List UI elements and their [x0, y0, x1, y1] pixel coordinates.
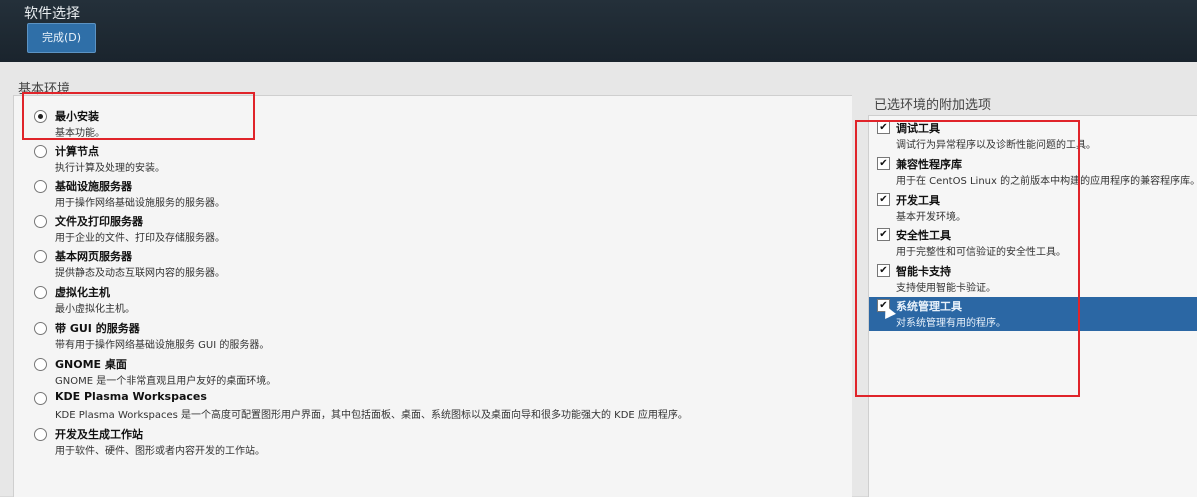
- radio-icon[interactable]: [34, 428, 47, 441]
- env-item-virtualization-host[interactable]: 虚拟化主机 最小虚拟化主机。: [34, 284, 834, 319]
- env-name: 最小安装: [55, 110, 99, 123]
- addon-desc: 用于完整性和可信验证的安全性工具。: [896, 247, 1066, 258]
- top-bar: 软件选择 完成(D): [0, 0, 1197, 62]
- addon-name: 开发工具: [896, 194, 940, 207]
- addon-desc: 用于在 CentOS Linux 的之前版本中构建的应用程序的兼容程序库。: [896, 176, 1196, 187]
- done-button[interactable]: 完成(D): [27, 23, 96, 53]
- env-desc: KDE Plasma Workspaces 是一个高度可配置图形用户界面，其中包…: [55, 410, 688, 421]
- env-name: 基本网页服务器: [55, 250, 132, 263]
- env-name: 虚拟化主机: [55, 286, 110, 299]
- env-item-web-server[interactable]: 基本网页服务器 提供静态及动态互联网内容的服务器。: [34, 248, 834, 283]
- addon-name: 安全性工具: [896, 229, 951, 242]
- addon-item-debug-tools[interactable]: ✔ 调试工具 调试行为异常程序以及诊断性能问题的工具。: [869, 119, 1197, 153]
- env-item-compute-node[interactable]: 计算节点 执行计算及处理的安装。: [34, 143, 834, 178]
- radio-icon[interactable]: [34, 322, 47, 335]
- radio-icon[interactable]: [34, 250, 47, 263]
- env-name: GNOME 桌面: [55, 358, 127, 371]
- addons-list: ✔ 调试工具 调试行为异常程序以及诊断性能问题的工具。 ✔ 兼容性程序库 用于在…: [868, 115, 1197, 497]
- addon-desc: 支持使用智能卡验证。: [896, 283, 996, 294]
- addon-name: 系统管理工具: [896, 300, 962, 313]
- base-environment-list: 最小安装 基本功能。 计算节点 执行计算及处理的安装。 基础设施服务器 用于操作…: [13, 95, 852, 497]
- env-name: 带 GUI 的服务器: [55, 322, 140, 335]
- checkbox-checked-icon[interactable]: ✔: [877, 121, 890, 134]
- main-content: 基本环境 已选环境的附加选项 最小安装 基本功能。 计算节点 执行计算及处理的安…: [0, 62, 1197, 497]
- env-desc: 最小虚拟化主机。: [55, 304, 135, 315]
- addon-desc: 基本开发环境。: [896, 212, 966, 223]
- checkbox-checked-icon[interactable]: ✔: [877, 157, 890, 170]
- env-item-file-print-server[interactable]: 文件及打印服务器 用于企业的文件、打印及存储服务器。: [34, 213, 834, 248]
- env-item-infrastructure-server[interactable]: 基础设施服务器 用于操作网络基础设施服务的服务器。: [34, 178, 834, 213]
- radio-icon[interactable]: [34, 215, 47, 228]
- addon-item-system-admin-tools[interactable]: ✔ 系统管理工具 对系统管理有用的程序。: [869, 297, 1197, 331]
- radio-selected-icon[interactable]: [34, 110, 47, 123]
- addon-desc: 调试行为异常程序以及诊断性能问题的工具。: [896, 140, 1096, 151]
- addon-item-security-tools[interactable]: ✔ 安全性工具 用于完整性和可信验证的安全性工具。: [869, 226, 1197, 260]
- radio-icon[interactable]: [34, 180, 47, 193]
- env-desc: 带有用于操作网络基础设施服务 GUI 的服务器。: [55, 340, 270, 351]
- checkbox-checked-icon[interactable]: ✔: [877, 228, 890, 241]
- env-desc: 执行计算及处理的安装。: [55, 163, 165, 174]
- addon-name: 智能卡支持: [896, 265, 951, 278]
- env-desc: 用于操作网络基础设施服务的服务器。: [55, 198, 225, 209]
- checkbox-checked-icon[interactable]: ✔: [877, 193, 890, 206]
- env-item-gnome-desktop[interactable]: GNOME 桌面 GNOME 是一个非常直观且用户友好的桌面环境。: [34, 356, 834, 391]
- env-name: 基础设施服务器: [55, 180, 132, 193]
- checkbox-checked-icon[interactable]: ✔: [877, 264, 890, 277]
- addon-item-dev-tools[interactable]: ✔ 开发工具 基本开发环境。: [869, 191, 1197, 225]
- addon-item-smartcard[interactable]: ✔ 智能卡支持 支持使用智能卡验证。: [869, 262, 1197, 296]
- env-name: KDE Plasma Workspaces: [55, 390, 207, 403]
- env-desc: 用于软件、硬件、图形或者内容开发的工作站。: [55, 446, 265, 457]
- env-item-dev-workstation[interactable]: 开发及生成工作站 用于软件、硬件、图形或者内容开发的工作站。: [34, 426, 834, 461]
- page-title: 软件选择: [24, 6, 80, 22]
- addon-name: 兼容性程序库: [896, 158, 962, 171]
- addons-title: 已选环境的附加选项: [874, 98, 992, 113]
- env-desc: 提供静态及动态互联网内容的服务器。: [55, 268, 225, 279]
- radio-icon[interactable]: [34, 392, 47, 405]
- env-name: 文件及打印服务器: [55, 215, 143, 228]
- env-desc: 用于企业的文件、打印及存储服务器。: [55, 233, 225, 244]
- env-item-kde-plasma[interactable]: KDE Plasma Workspaces KDE Plasma Workspa…: [34, 390, 834, 425]
- addon-item-compat-libs[interactable]: ✔ 兼容性程序库 用于在 CentOS Linux 的之前版本中构建的应用程序的…: [869, 155, 1197, 189]
- env-name: 计算节点: [55, 145, 99, 158]
- env-desc: GNOME 是一个非常直观且用户友好的桌面环境。: [55, 376, 277, 387]
- addon-desc: 对系统管理有用的程序。: [896, 318, 1006, 329]
- radio-icon[interactable]: [34, 286, 47, 299]
- radio-icon[interactable]: [34, 145, 47, 158]
- env-item-server-gui[interactable]: 带 GUI 的服务器 带有用于操作网络基础设施服务 GUI 的服务器。: [34, 320, 834, 355]
- addon-name: 调试工具: [896, 122, 940, 135]
- env-desc: 基本功能。: [55, 128, 105, 139]
- radio-icon[interactable]: [34, 358, 47, 371]
- env-name: 开发及生成工作站: [55, 428, 143, 441]
- env-item-minimal[interactable]: 最小安装 基本功能。: [34, 108, 834, 143]
